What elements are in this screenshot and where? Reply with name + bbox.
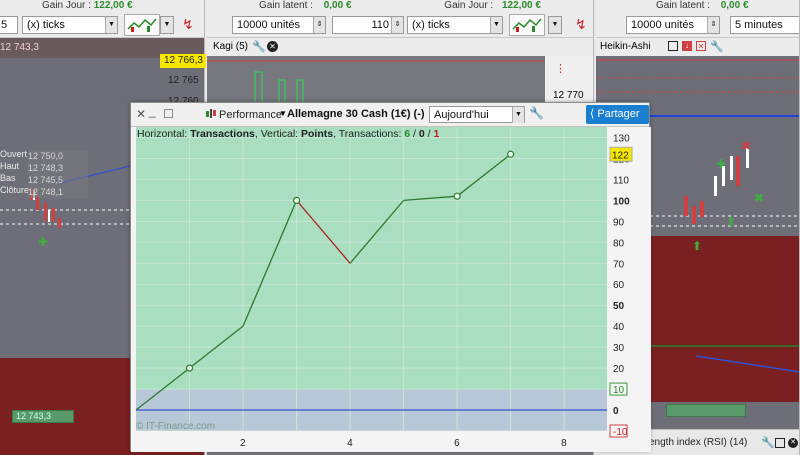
gain-row: Gain latent : 0,00 € xyxy=(596,0,799,12)
axis-label: 12 770 xyxy=(553,90,584,101)
transactions-info: Horizontal: Transactions, Vertical: Poin… xyxy=(137,128,440,140)
equity-point xyxy=(507,150,515,158)
plot-area-positive xyxy=(136,127,607,390)
y-tick-label: -10 xyxy=(613,427,628,438)
candlestick-chart-icon xyxy=(127,18,157,32)
middle-controls: 10000 unités ⇕ 110 ⇕ (x) ticks ▼ ▼ ↯ xyxy=(207,12,593,38)
y-tick-label: 100 xyxy=(613,196,630,207)
chart-type-dropdown[interactable]: ▼ xyxy=(160,16,174,34)
stepper-icon: ⇕ xyxy=(313,17,325,33)
y-tick-label: 60 xyxy=(613,280,625,291)
interval-select[interactable]: 5 minutes xyxy=(730,16,799,34)
gain-jour-value: 122,00 € xyxy=(502,0,541,11)
gain-latent-label: Gain latent : xyxy=(656,0,710,11)
y-tick-label: 40 xyxy=(613,322,625,333)
x-tick-label: 4 xyxy=(347,438,353,449)
chart-type-button[interactable] xyxy=(124,14,160,36)
wrench-icon[interactable]: 🔧 xyxy=(710,40,724,53)
chevron-down-icon: ▼ xyxy=(105,17,117,33)
down-arrow-icon[interactable]: ↓ xyxy=(682,41,692,51)
current-price-label: 12 766,3 xyxy=(160,54,206,68)
window-icon[interactable] xyxy=(775,438,785,448)
y-tick-label: 130 xyxy=(613,133,630,144)
line-chart-icon xyxy=(512,18,542,32)
watermark: © IT-Finance.com xyxy=(136,421,216,432)
x-axis-panel xyxy=(131,431,607,452)
position-badge[interactable] xyxy=(666,404,746,417)
kagi-title-bar: Kagi (5) 🔧 ✕ xyxy=(207,38,593,56)
quantity-stepper[interactable]: 5 xyxy=(0,16,18,34)
y-tick-label: 20 xyxy=(613,364,625,375)
gain-row: Gain latent : 0,00 € Gain Jour : 122,00 … xyxy=(207,0,593,12)
gain-latent-label: Gain latent : xyxy=(259,0,313,11)
close-icon[interactable]: ✕ xyxy=(696,41,706,51)
gain-row: Gain Jour : 122,00 € xyxy=(0,0,204,12)
stepper-icon: ⇕ xyxy=(391,17,403,33)
ticks-select[interactable]: (x) ticks ▼ xyxy=(22,16,118,34)
indicator-icon[interactable]: ↯ xyxy=(182,16,194,33)
y-tick-label: 90 xyxy=(613,217,625,228)
x-tick-label: 2 xyxy=(240,438,246,449)
gain-jour-label: Gain Jour : xyxy=(444,0,494,11)
left-controls: 5 (x) ticks ▼ ▼ ↯ xyxy=(0,12,204,38)
position-badge[interactable]: 12 743,3 xyxy=(12,410,74,423)
rsi-title: ength index (RSI) (14) xyxy=(649,437,748,448)
y-tick-label: 30 xyxy=(613,343,625,354)
gain-latent-value: 0,00 € xyxy=(323,0,352,11)
close-icon[interactable]: ✕ xyxy=(267,41,278,52)
heikin-title: Heikin-Ashi xyxy=(600,41,651,52)
gain-value: 122,00 € xyxy=(93,0,133,11)
x-tick-label: 8 xyxy=(561,438,567,449)
y-tick-label: 110 xyxy=(613,175,629,186)
ticks-select[interactable]: (x) ticks ▼ xyxy=(407,16,503,34)
chevron-down-icon: ▼ xyxy=(490,17,502,33)
performance-window: ✕ _ ☐ Performance ▼ Allemagne 30 Cash (1… xyxy=(130,102,651,452)
svg-text:✖: ✖ xyxy=(754,191,764,205)
chart-type-dropdown[interactable]: ▼ xyxy=(548,16,562,34)
kagi-title: Kagi (5) xyxy=(213,41,249,52)
gain-label: Gain Jour : xyxy=(42,0,91,11)
equity-point xyxy=(292,196,301,204)
units-select[interactable]: 10000 unités ⇕ xyxy=(626,16,720,34)
svg-text:✚: ✚ xyxy=(38,235,48,249)
indicator-icon[interactable]: ↯ xyxy=(575,16,587,33)
right-controls: 10000 unités ⇕ 5 minutes xyxy=(596,12,799,38)
y-tick-label: 70 xyxy=(613,259,625,270)
close-icon[interactable]: ✕ xyxy=(788,438,798,448)
svg-text:⬆: ⬆ xyxy=(726,215,736,229)
axis-label: 12 765 xyxy=(168,75,199,86)
equity-point xyxy=(453,192,461,200)
y-tick-label: 80 xyxy=(613,238,625,249)
heikin-title-bar: Heikin-Ashi ↓ ✕ 🔧 xyxy=(596,38,799,56)
window-icon[interactable] xyxy=(668,41,678,51)
ohlc-tooltip: 12 750,0 12 748,3 12 745,5 12 748,1 xyxy=(28,150,88,198)
y-tick-label: 50 xyxy=(613,301,625,312)
y-tick-label: 10 xyxy=(613,385,625,396)
stepper-icon: ⇕ xyxy=(707,17,719,33)
price-label: 12 743,3 xyxy=(0,42,39,53)
svg-text:✖: ✖ xyxy=(741,139,751,153)
y-tick-label: 0 xyxy=(613,406,619,417)
equity-point xyxy=(185,364,194,372)
svg-text:⬆: ⬆ xyxy=(692,239,702,253)
units-select[interactable]: 10000 unités ⇕ xyxy=(232,16,326,34)
chart-type-button[interactable] xyxy=(509,14,545,36)
x-tick-label: 6 xyxy=(454,438,460,449)
wrench-icon[interactable]: 🔧 xyxy=(252,40,266,53)
axis-mark: ⋮ xyxy=(555,63,566,75)
quantity-stepper[interactable]: 110 ⇕ xyxy=(332,16,404,34)
gain-latent-value: 0,00 € xyxy=(720,0,749,11)
tx-loss: 1 xyxy=(433,128,440,140)
wrench-icon[interactable]: 🔧 xyxy=(761,438,775,449)
performance-chart[interactable]: 1301201101009080706050403020100-10122246… xyxy=(131,103,651,452)
current-value-label: 122 xyxy=(612,150,629,161)
svg-text:✚: ✚ xyxy=(716,157,726,171)
